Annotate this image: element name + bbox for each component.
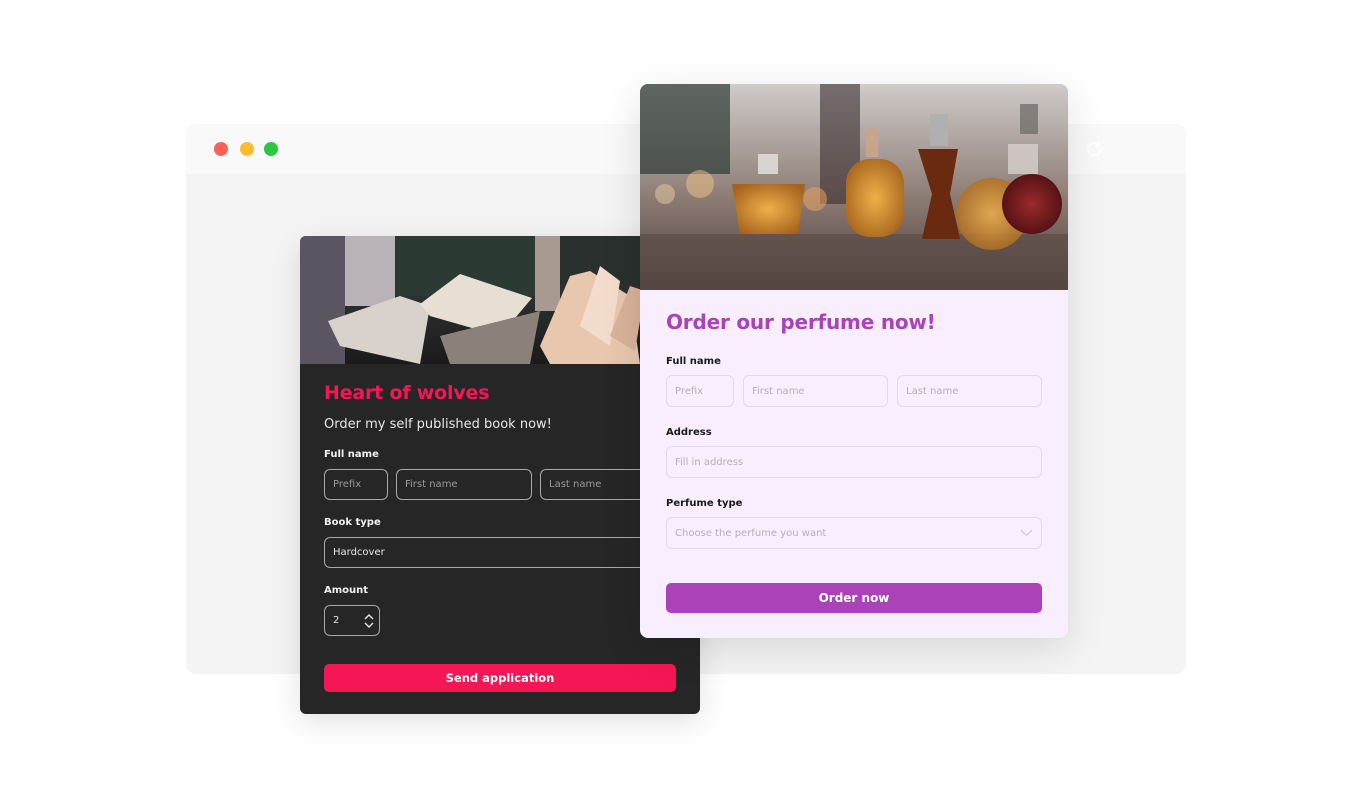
book-type-value: Hardcover xyxy=(333,547,385,558)
address-placeholder: Fill in address xyxy=(675,456,744,468)
close-window-button[interactable] xyxy=(214,142,228,156)
amount-label: Amount xyxy=(324,585,369,596)
perfume-order-form: Order our perfume now! Full name Prefix … xyxy=(640,84,1068,638)
prefix-placeholder: Prefix xyxy=(675,385,704,397)
amount-value: 2 xyxy=(333,615,340,626)
perfume-type-placeholder: Choose the perfume you want xyxy=(675,527,827,539)
prefix-placeholder: Prefix xyxy=(333,479,362,490)
book-form-title: Heart of wolves xyxy=(324,382,490,404)
first-name-placeholder: First name xyxy=(405,479,458,490)
reload-icon[interactable] xyxy=(1084,139,1104,159)
chevron-up-icon[interactable] xyxy=(364,613,374,620)
perfume-type-select[interactable]: Choose the perfume you want xyxy=(666,517,1042,549)
address-label: Address xyxy=(666,427,712,438)
amount-stepper[interactable]: 2 xyxy=(324,605,380,636)
perfume-type-label: Perfume type xyxy=(666,498,743,509)
minimize-window-button[interactable] xyxy=(240,142,254,156)
order-now-button[interactable]: Order now xyxy=(666,583,1042,613)
maximize-window-button[interactable] xyxy=(264,142,278,156)
book-type-label: Book type xyxy=(324,517,381,528)
prefix-input[interactable]: Prefix xyxy=(666,375,734,407)
book-type-select[interactable]: Hardcover xyxy=(324,537,676,568)
perfume-hero-image xyxy=(640,84,1068,290)
first-name-input[interactable]: First name xyxy=(396,469,532,500)
prefix-input[interactable]: Prefix xyxy=(324,469,388,500)
full-name-label: Full name xyxy=(324,449,379,460)
address-input[interactable]: Fill in address xyxy=(666,446,1042,478)
full-name-label: Full name xyxy=(666,356,721,367)
last-name-input[interactable]: Last name xyxy=(897,375,1042,407)
last-name-placeholder: Last name xyxy=(549,479,602,490)
first-name-input[interactable]: First name xyxy=(743,375,888,407)
chevron-down-icon xyxy=(1020,529,1033,537)
book-form-subtitle: Order my self published book now! xyxy=(324,417,552,432)
chevron-down-icon[interactable] xyxy=(364,622,374,629)
send-application-button[interactable]: Send application xyxy=(324,664,676,692)
last-name-placeholder: Last name xyxy=(906,385,959,397)
first-name-placeholder: First name xyxy=(752,385,805,397)
perfume-form-title: Order our perfume now! xyxy=(666,310,936,334)
